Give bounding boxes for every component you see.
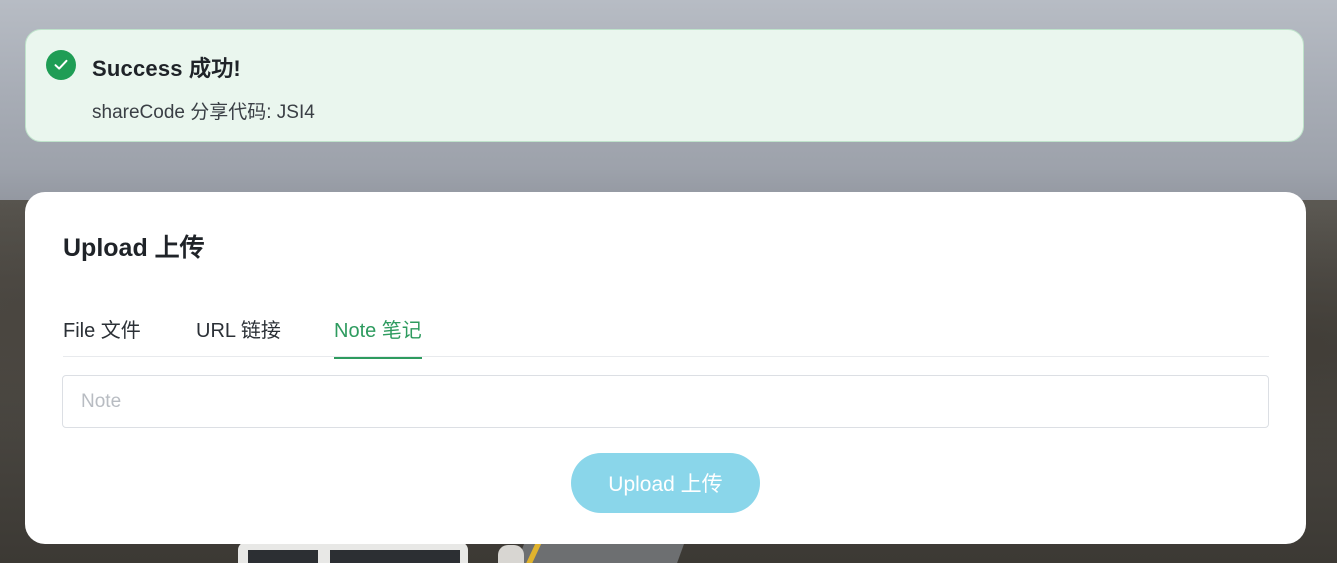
alert-description: shareCode 分享代码: JSI4: [92, 102, 315, 123]
success-alert: Success 成功! shareCode 分享代码: JSI4: [25, 29, 1304, 142]
check-circle-icon: [46, 50, 76, 80]
card-title: Upload 上传: [63, 234, 205, 262]
note-input[interactable]: [62, 375, 1269, 428]
tab-file[interactable]: File 文件: [63, 314, 141, 357]
alert-title: Success 成功!: [92, 56, 241, 81]
tab-note[interactable]: Note 笔记: [334, 314, 422, 359]
upload-tabs: File 文件 URL 链接 Note 笔记: [63, 300, 1269, 359]
upload-card: Upload 上传 File 文件 URL 链接 Note 笔记 Upload …: [25, 192, 1306, 544]
background-person: [498, 545, 524, 563]
tab-url[interactable]: URL 链接: [196, 314, 281, 357]
upload-button[interactable]: Upload 上传: [571, 453, 760, 513]
background-van-window: [330, 550, 460, 563]
background-van-window: [248, 550, 318, 563]
